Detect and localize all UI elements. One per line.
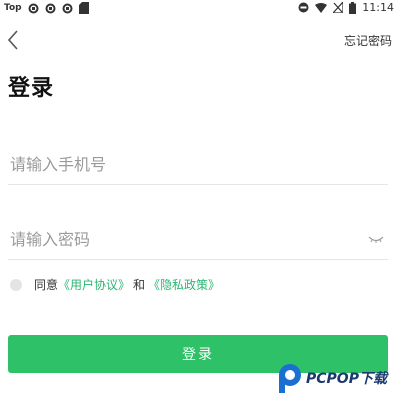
sync-icon — [28, 3, 39, 13]
status-right: 11:14 — [298, 1, 394, 14]
privacy-policy-link[interactable]: 《隐私政策》 — [148, 276, 220, 293]
status-carrier: Top — [4, 3, 22, 13]
status-bar: Top 11:14 — [0, 0, 400, 16]
sync-icon — [45, 3, 56, 13]
phone-input[interactable] — [10, 150, 350, 178]
eye-closed-icon[interactable] — [368, 233, 384, 245]
agreement-conjunction: 和 — [133, 278, 146, 292]
agreement-prefix: 同意 — [34, 278, 59, 292]
pcpop-logo-icon — [279, 364, 301, 393]
agreement-row: 同意 《用户协议》 和 《隐私政策》 — [10, 276, 220, 293]
status-time: 11:14 — [362, 1, 394, 14]
battery-icon — [349, 1, 357, 14]
status-left: Top — [4, 2, 89, 14]
password-field — [8, 219, 388, 260]
password-input[interactable] — [10, 225, 350, 253]
phone-field — [8, 144, 388, 185]
no-signal-icon — [333, 2, 344, 13]
do-not-disturb-icon — [298, 2, 309, 13]
forgot-password-link[interactable]: 忘记密码 — [344, 32, 392, 49]
watermark: PCPOP下载 — [276, 362, 387, 394]
page-title: 登录 — [8, 76, 55, 101]
user-agreement-link[interactable]: 《用户协议》 — [58, 276, 130, 293]
back-button[interactable] — [4, 28, 24, 52]
agree-checkbox[interactable] — [10, 278, 22, 291]
login-screen: Top 11:14 忘记密码 登录 请输入手机号 同意 《用户协议》 和 《隐私… — [0, 0, 400, 400]
sd-card-icon — [78, 2, 89, 14]
sync-icon — [62, 3, 73, 13]
wifi-icon — [315, 2, 328, 13]
watermark-text: PCPOP下载 — [306, 371, 387, 387]
chevron-left-icon — [7, 30, 18, 50]
